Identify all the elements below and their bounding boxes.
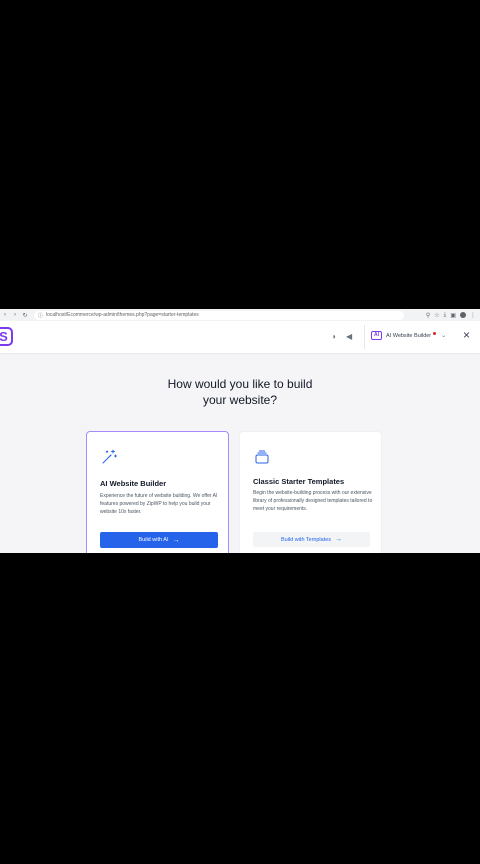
extensions-icon[interactable]: ▣ xyxy=(450,312,456,319)
page-title-line1: How would you like to build xyxy=(167,377,313,391)
url-text: localhost/Ecommerce/wp-admin/themes.php?… xyxy=(46,312,199,318)
download-icon[interactable]: ⤓ xyxy=(444,312,447,319)
magic-wand-icon xyxy=(101,449,117,470)
templates-stack-icon xyxy=(254,449,270,470)
build-with-templates-button[interactable]: Build with Templates → xyxy=(253,532,370,547)
screen: ‹ › ↻ ⓘ localhost/Ecommerce/wp-admin/the… xyxy=(0,309,480,553)
chevron-down-icon: ⌄ xyxy=(441,333,447,339)
ai-website-builder-card[interactable]: AI Website Builder Experience the future… xyxy=(86,431,229,553)
build-with-ai-button[interactable]: Build with AI → xyxy=(100,532,218,548)
profile-avatar[interactable] xyxy=(460,312,466,318)
page-title: How would you like to build your website… xyxy=(140,376,340,408)
zoom-icon[interactable]: ⚲ xyxy=(426,312,430,319)
close-icon[interactable]: × xyxy=(463,328,470,342)
announcement-icon[interactable]: ◀ xyxy=(346,332,352,341)
address-bar[interactable]: ⓘ localhost/Ecommerce/wp-admin/themes.ph… xyxy=(34,310,404,320)
help-icon[interactable]: ◑ xyxy=(331,332,336,341)
bookmark-star-icon[interactable]: ☆ xyxy=(434,312,439,319)
back-icon[interactable]: ‹ xyxy=(0,312,10,318)
page-title-line2: your website? xyxy=(202,393,278,407)
classic-card-description: Begin the website-building process with … xyxy=(253,490,373,513)
forward-icon[interactable]: › xyxy=(10,312,20,318)
notification-dot xyxy=(433,332,437,335)
build-with-ai-label: Build with AI xyxy=(138,537,169,543)
build-with-templates-label: Build with Templates xyxy=(280,536,332,543)
browser-actions: ⚲ ☆ ⤓ ▣ ⋮ xyxy=(426,312,480,319)
header-divider xyxy=(364,325,365,349)
ai-card-title: AI Website Builder xyxy=(100,479,167,488)
ai-card-description: Experience the future of website buildin… xyxy=(100,493,218,516)
arrow-right-icon: → xyxy=(335,536,343,543)
builder-switch-label: AI Website Builder xyxy=(386,332,432,339)
classic-starter-templates-card[interactable]: Classic Starter Templates Begin the webs… xyxy=(239,431,382,553)
browser-menu-icon[interactable]: ⋮ xyxy=(470,312,476,319)
starter-templates-logo: S xyxy=(0,327,13,346)
ai-tag-icon: AI xyxy=(371,331,382,340)
classic-card-title: Classic Starter Templates xyxy=(253,477,345,486)
site-info-icon[interactable]: ⓘ xyxy=(38,312,43,319)
arrow-right-icon: → xyxy=(172,536,180,544)
reload-icon[interactable]: ↻ xyxy=(20,312,30,319)
builder-switch-dropdown[interactable]: AI AI Website Builder ⌄ xyxy=(371,331,446,340)
app-header: S ◑ ◀ AI AI Website Builder ⌄ × xyxy=(0,321,480,354)
